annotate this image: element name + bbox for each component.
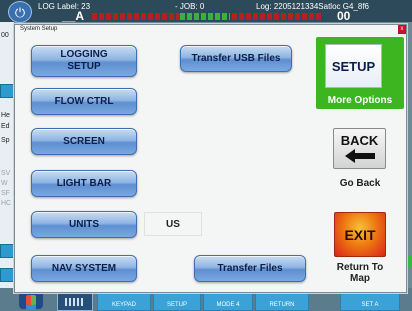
nav-system-button[interactable]: NAV SYSTEM bbox=[31, 255, 137, 282]
dialog-title: System Setup bbox=[20, 26, 58, 32]
left-tab[interactable] bbox=[0, 244, 14, 258]
map-label: Map bbox=[350, 273, 370, 284]
left-fragment: HC bbox=[1, 200, 12, 207]
logging-setup-button[interactable]: LOGGING SETUP bbox=[31, 45, 137, 77]
left-arrow-icon bbox=[344, 149, 375, 163]
left-fragment: Ed bbox=[1, 123, 10, 130]
close-icon[interactable]: x bbox=[398, 25, 406, 34]
transfer-usb-files-button[interactable]: Transfer USB Files bbox=[180, 45, 292, 72]
go-back-label[interactable]: Go Back bbox=[316, 178, 404, 189]
more-options-label[interactable]: More Options bbox=[316, 95, 404, 106]
light-bar-button[interactable]: LIGHT BAR bbox=[31, 170, 137, 197]
return-to-label: Return To bbox=[336, 262, 384, 273]
lightbar-green-segments bbox=[180, 13, 230, 20]
left-tab[interactable] bbox=[0, 268, 14, 282]
exit-icon[interactable]: EXIT bbox=[334, 212, 386, 257]
left-fragment: 00 bbox=[1, 32, 9, 39]
job-label: - JOB: 0 bbox=[175, 2, 205, 11]
return-to-map-label[interactable]: Return To Map bbox=[316, 262, 404, 284]
left-fragment: Sp bbox=[1, 137, 10, 144]
units-button[interactable]: UNITS bbox=[31, 211, 137, 238]
left-fragment: W bbox=[1, 180, 8, 187]
right-readout: 00 bbox=[337, 9, 351, 23]
log-file-label: Log: 2205121334Satloc G4_8f6 bbox=[256, 2, 369, 11]
left-fragment: He bbox=[1, 112, 10, 119]
keyboard-icon[interactable] bbox=[57, 292, 93, 311]
power-icon[interactable]: ⏻ bbox=[8, 1, 32, 23]
screen-button[interactable]: SCREEN bbox=[31, 128, 137, 155]
units-value: US bbox=[144, 212, 202, 236]
transfer-files-button[interactable]: Transfer Files bbox=[194, 255, 306, 282]
back-icon-text: BACK bbox=[340, 133, 379, 148]
left-tab[interactable] bbox=[0, 84, 14, 98]
back-icon[interactable]: BACK bbox=[333, 128, 386, 169]
left-fragment: SF bbox=[1, 190, 10, 197]
setup-icon[interactable]: SETUP bbox=[325, 44, 382, 88]
windows-start-icon[interactable] bbox=[19, 291, 43, 309]
flow-ctrl-button[interactable]: FLOW CTRL bbox=[31, 88, 137, 115]
background-left-panel: 00 He Ed Sp SV W SF HC bbox=[0, 22, 14, 292]
top-status-bar: ⏻ LOG Label: 23 - JOB: 0 Log: 2205121334… bbox=[0, 0, 412, 23]
left-readout: __A bbox=[62, 9, 85, 23]
left-fragment: SV bbox=[1, 170, 11, 177]
